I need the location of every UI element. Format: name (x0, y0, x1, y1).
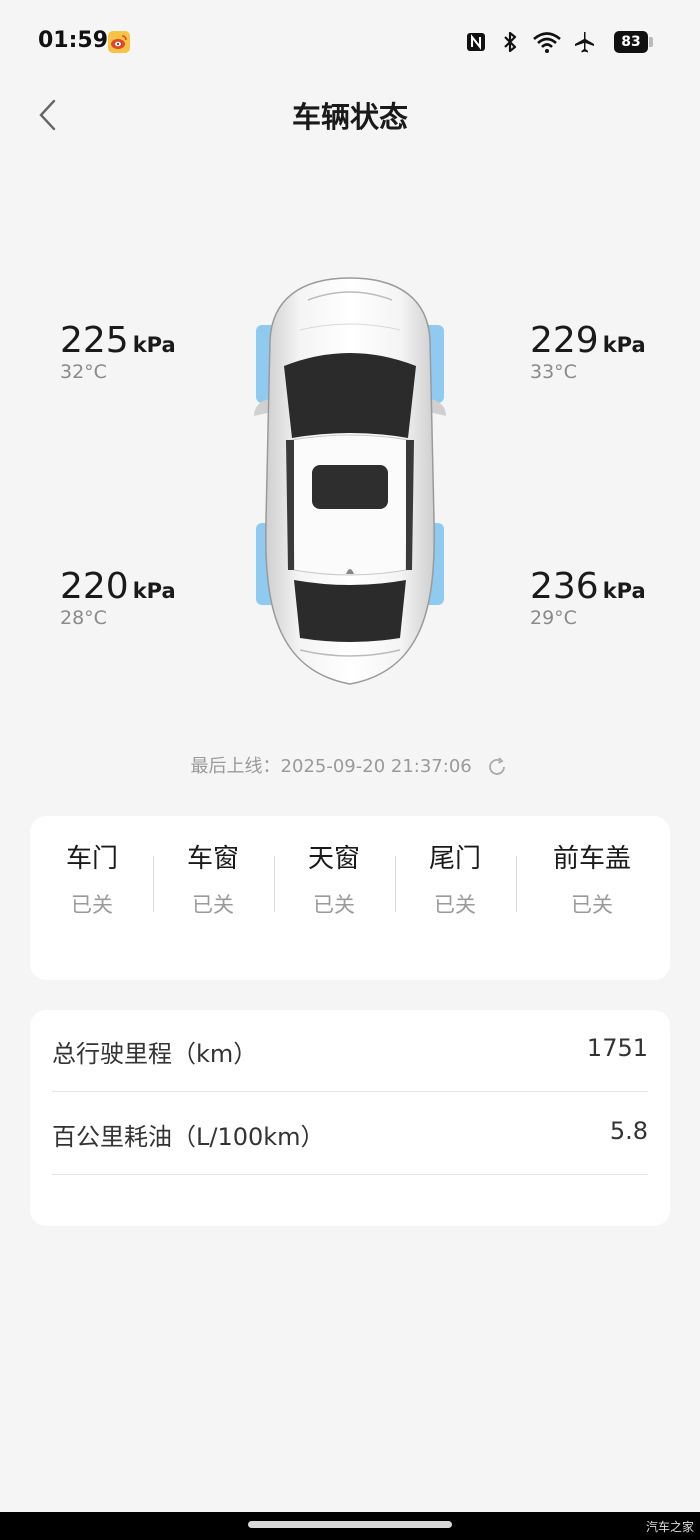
divider (395, 856, 396, 912)
opening-status: 已关 (71, 893, 113, 917)
tire-temperature: 28°C (60, 607, 107, 629)
opening-door: 车门 已关 (52, 838, 132, 919)
divider (274, 856, 275, 912)
tire-pressure-value: 236 (530, 566, 599, 607)
opening-sunroof: 天窗 已关 (294, 838, 374, 919)
openings-card: 车门 已关 车窗 已关 天窗 已关 尾门 已关 前车盖 已关 (30, 816, 670, 980)
divider (153, 856, 154, 912)
home-indicator[interactable] (248, 1521, 452, 1528)
divider (516, 856, 517, 912)
tire-temperature: 33°C (530, 361, 577, 383)
stats-card: 总行驶里程（km） 1751 百公里耗油（L/100km） 5.8 (30, 1010, 670, 1226)
tire-pressure-value: 225 (60, 320, 129, 361)
opening-label: 天窗 (307, 844, 360, 874)
opening-window: 车窗 已关 (173, 838, 253, 919)
opening-label: 前车盖 (552, 844, 631, 874)
refresh-icon[interactable] (485, 755, 509, 779)
tire-pressure-unit: kPa (132, 333, 176, 357)
stat-value: 1751 (586, 1034, 648, 1062)
opening-hood: 前车盖 已关 (536, 838, 648, 919)
nfc-icon (464, 30, 488, 54)
bluetooth-icon (498, 30, 522, 54)
opening-status: 已关 (192, 893, 234, 917)
tire-pressure-value: 229 (530, 320, 599, 361)
tire-pressure-unit: kPa (602, 579, 646, 603)
stat-row-fuel[interactable]: 百公里耗油（L/100km） 5.8 (52, 1093, 648, 1175)
stat-row-mileage[interactable]: 总行驶里程（km） 1751 (52, 1010, 648, 1092)
airplane-mode-icon (572, 30, 596, 54)
last-online-text: 最后上线：2025-09-20 21:37:06 (190, 756, 472, 777)
battery-level: 83 (614, 31, 648, 53)
status-bar: 01:59 83 (0, 0, 700, 84)
watermark: 汽车之家 (645, 1520, 694, 1534)
tire-rear-left: 220 kPa 28°C (60, 566, 176, 629)
stat-label: 总行驶里程（km） (52, 1040, 258, 1068)
tire-pressure-unit: kPa (602, 333, 646, 357)
opening-label: 车窗 (186, 844, 239, 874)
battery-cap (649, 37, 653, 47)
opening-label: 尾门 (428, 844, 481, 874)
car-top-view (250, 270, 450, 690)
tire-pressure-value: 220 (60, 566, 129, 607)
opening-tailgate: 尾门 已关 (415, 838, 495, 919)
page-title: 车辆状态 (291, 100, 408, 134)
weibo-notification-icon (108, 31, 130, 53)
opening-status: 已关 (434, 893, 476, 917)
last-online: 最后上线：2025-09-20 21:37:06 (0, 752, 700, 779)
status-time: 01:59 (38, 28, 109, 53)
opening-status: 已关 (571, 893, 613, 917)
tire-front-left: 225 kPa 32°C (60, 320, 176, 383)
stat-value: 5.8 (609, 1117, 648, 1145)
tire-temperature: 29°C (530, 607, 577, 629)
stat-label: 百公里耗油（L/100km） (52, 1123, 325, 1151)
tire-temperature: 32°C (60, 361, 107, 383)
opening-status: 已关 (313, 893, 355, 917)
wifi-icon (532, 30, 562, 54)
tire-pressure-unit: kPa (132, 579, 176, 603)
opening-label: 车门 (65, 844, 118, 874)
tire-rear-right: 236 kPa 29°C (530, 566, 646, 629)
tire-front-right: 229 kPa 33°C (530, 320, 646, 383)
